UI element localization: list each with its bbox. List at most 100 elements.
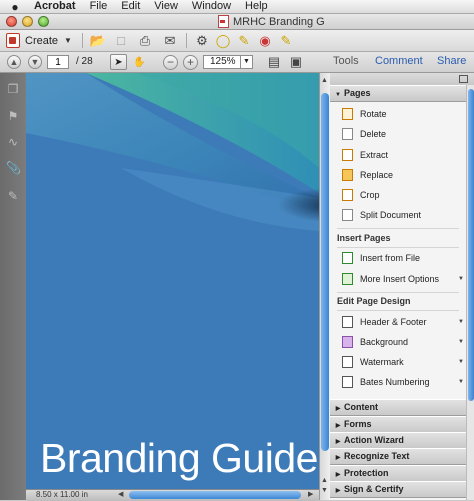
- group-insert-pages: Insert Pages: [337, 233, 391, 243]
- hand-tool-icon[interactable]: ✋: [131, 54, 148, 70]
- section-forms[interactable]: ▶ Forms: [330, 416, 466, 433]
- vertical-scrollbar-thumb[interactable]: [321, 93, 329, 451]
- menu-window[interactable]: Window: [185, 0, 238, 13]
- close-window-button[interactable]: [6, 16, 17, 27]
- chevron-right-icon: ▶: [335, 406, 341, 412]
- previous-page-button[interactable]: ▲: [7, 55, 21, 69]
- tool-crop[interactable]: Crop: [342, 187, 466, 203]
- email-icon[interactable]: ✉: [162, 33, 178, 48]
- gear-icon[interactable]: ⚙: [194, 33, 210, 48]
- split-document-icon: [342, 209, 353, 221]
- section-content-label: Content: [344, 402, 378, 412]
- sticky-note-icon[interactable]: ✎: [236, 33, 252, 48]
- bookmark-icon[interactable]: ⚑: [6, 109, 20, 123]
- tools-pane-scrollbar[interactable]: [466, 85, 474, 500]
- section-sign-certify-label: Sign & Certify: [344, 484, 404, 494]
- group-edit-page-design: Edit Page Design: [337, 296, 411, 306]
- zoom-window-button[interactable]: [38, 16, 49, 27]
- stamp-icon[interactable]: ◉: [257, 33, 273, 48]
- tool-delete[interactable]: Delete: [342, 126, 466, 142]
- tool-split-document[interactable]: Split Document: [342, 207, 466, 223]
- menu-file[interactable]: File: [83, 0, 115, 13]
- divider: [337, 310, 459, 311]
- page-number-input[interactable]: [47, 55, 69, 69]
- comment-icon[interactable]: ◯: [215, 33, 231, 48]
- chevron-right-icon: ▶: [335, 488, 341, 494]
- main-toolbar: Create ▼ 📂 □ ⎙ ✉ ⚙ ◯ ✎ ◉ ✎: [0, 30, 474, 52]
- attachment-icon[interactable]: 📎: [6, 161, 21, 175]
- select-tool-button[interactable]: ➤: [110, 54, 127, 70]
- horizontal-scrollbar-thumb[interactable]: [129, 491, 301, 499]
- tool-bates-numbering[interactable]: Bates Numbering ▼: [342, 374, 466, 390]
- tab-comment[interactable]: Comment: [375, 55, 423, 67]
- menu-app-name[interactable]: Acrobat: [27, 0, 83, 13]
- tool-crop-label: Crop: [360, 190, 380, 200]
- document-view[interactable]: Branding Guide: [26, 73, 319, 489]
- create-button-label: Create: [25, 34, 59, 47]
- fit-page-icon[interactable]: ▣: [288, 54, 304, 69]
- save-icon[interactable]: □: [113, 33, 129, 48]
- tool-insert-from-file[interactable]: Insert from File: [342, 250, 466, 266]
- section-pages[interactable]: ▼ Pages: [330, 85, 466, 102]
- background-icon: [342, 336, 353, 348]
- tool-header-footer[interactable]: Header & Footer ▼: [342, 314, 466, 330]
- window-title-text: MRHC Branding G: [233, 15, 325, 28]
- chevron-down-icon: ▼: [240, 56, 252, 68]
- tool-rotate[interactable]: Rotate: [342, 106, 466, 122]
- zoom-in-button[interactable]: +: [183, 55, 198, 70]
- scroll-right-icon[interactable]: ▶: [308, 490, 313, 498]
- section-forms-label: Forms: [344, 419, 372, 429]
- tool-more-insert-options[interactable]: More Insert Options ▼: [342, 271, 466, 287]
- toolbar-divider: [82, 33, 83, 48]
- chevron-down-icon: ▼: [458, 379, 464, 385]
- print-icon[interactable]: ⎙: [137, 33, 153, 48]
- menu-view[interactable]: View: [147, 0, 185, 13]
- left-navigation-pane: ❐ ⚑ ∿ 📎 ✎: [0, 73, 26, 500]
- tool-delete-label: Delete: [360, 129, 387, 139]
- fit-width-icon[interactable]: ▤: [266, 54, 282, 69]
- sign-pen-icon[interactable]: ✎: [6, 189, 20, 203]
- tool-watermark[interactable]: Watermark ▼: [342, 354, 466, 370]
- highlight-icon[interactable]: ✎: [278, 33, 294, 48]
- section-sign-certify[interactable]: ▶ Sign & Certify: [330, 481, 466, 498]
- menu-help[interactable]: Help: [238, 0, 275, 13]
- tool-extract-label: Extract: [360, 150, 389, 160]
- section-protection[interactable]: ▶ Protection: [330, 465, 466, 482]
- create-button[interactable]: Create ▼: [6, 32, 72, 49]
- tool-replace[interactable]: Replace: [342, 167, 466, 183]
- scroll-down-icon[interactable]: ▼: [321, 487, 328, 494]
- tool-background[interactable]: Background ▼: [342, 334, 466, 350]
- tool-replace-label: Replace: [360, 170, 394, 180]
- tool-extract[interactable]: Extract: [342, 147, 466, 163]
- menu-edit[interactable]: Edit: [114, 0, 147, 13]
- tools-pane: ▼ Pages Rotate Delete Extract Replace Cro…: [330, 73, 474, 500]
- tool-rotate-label: Rotate: [360, 109, 387, 119]
- apple-icon[interactable]: ●: [9, 1, 21, 13]
- chevron-down-icon: ▼: [458, 339, 464, 345]
- pane-options-icon[interactable]: [459, 75, 468, 83]
- watermark-icon: [342, 356, 353, 368]
- scroll-left-icon[interactable]: ◀: [118, 490, 123, 498]
- divider: [337, 228, 459, 229]
- minimize-window-button[interactable]: [22, 16, 33, 27]
- scroll-up-icon[interactable]: ▲: [321, 77, 328, 84]
- page-thumbnails-icon[interactable]: ❐: [6, 82, 20, 96]
- signature-icon[interactable]: ∿: [6, 135, 20, 149]
- tab-tools[interactable]: Tools: [333, 55, 359, 67]
- pdf-file-icon: [218, 15, 229, 28]
- tab-share[interactable]: Share: [437, 55, 466, 67]
- tool-header-footer-label: Header & Footer: [360, 317, 427, 327]
- extract-icon: [342, 149, 353, 161]
- next-page-button[interactable]: ▼: [28, 55, 42, 69]
- zoom-level-select[interactable]: 125% ▼: [203, 55, 253, 69]
- scroll-up-icon[interactable]: ▲: [321, 477, 328, 484]
- delete-page-icon: [342, 128, 353, 140]
- open-folder-icon[interactable]: 📂: [90, 33, 106, 48]
- tools-pane-scrollbar-thumb[interactable]: [468, 89, 474, 401]
- toolbar-divider: [186, 33, 187, 48]
- zoom-out-button[interactable]: −: [163, 55, 178, 70]
- section-content[interactable]: ▶ Content: [330, 399, 466, 416]
- document-status-bar: 8.50 x 11.00 in ◀ ▶: [26, 489, 319, 501]
- section-action-wizard[interactable]: ▶ Action Wizard: [330, 432, 466, 449]
- section-recognize-text[interactable]: ▶ Recognize Text: [330, 448, 466, 465]
